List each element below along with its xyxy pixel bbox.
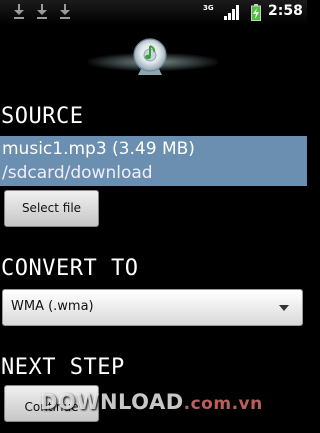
chevron-down-icon [279, 305, 289, 311]
format-dropdown[interactable]: WMA (.wma) [2, 289, 303, 326]
watermark-domain: .com.vn [183, 394, 263, 414]
select-file-button[interactable]: Select file [4, 190, 99, 227]
next-step-heading: NEXT STEP [1, 355, 125, 380]
network-type-indicator: 3G [203, 4, 214, 12]
download-icon [36, 3, 48, 20]
file-path: /sdcard/download [2, 163, 153, 183]
continue-button[interactable]: Continue [4, 385, 99, 422]
selected-file-panel[interactable]: music1.mp3 (3.49 MB) /sdcard/download [0, 136, 307, 186]
download-icon [13, 3, 25, 20]
status-bar: 3G 2:58 [0, 0, 307, 25]
download-icon [59, 3, 71, 20]
app-header [0, 25, 307, 95]
format-dropdown-value: WMA (.wma) [11, 299, 94, 314]
signal-strength-icon [224, 5, 239, 20]
source-heading: SOURCE [1, 104, 84, 129]
battery-charging-icon [251, 4, 261, 21]
clock: 2:58 [268, 3, 303, 19]
file-name: music1.mp3 (3.49 MB) [2, 139, 195, 159]
music-disc-logo-icon [133, 38, 167, 75]
convert-to-heading: CONVERT TO [1, 256, 139, 281]
